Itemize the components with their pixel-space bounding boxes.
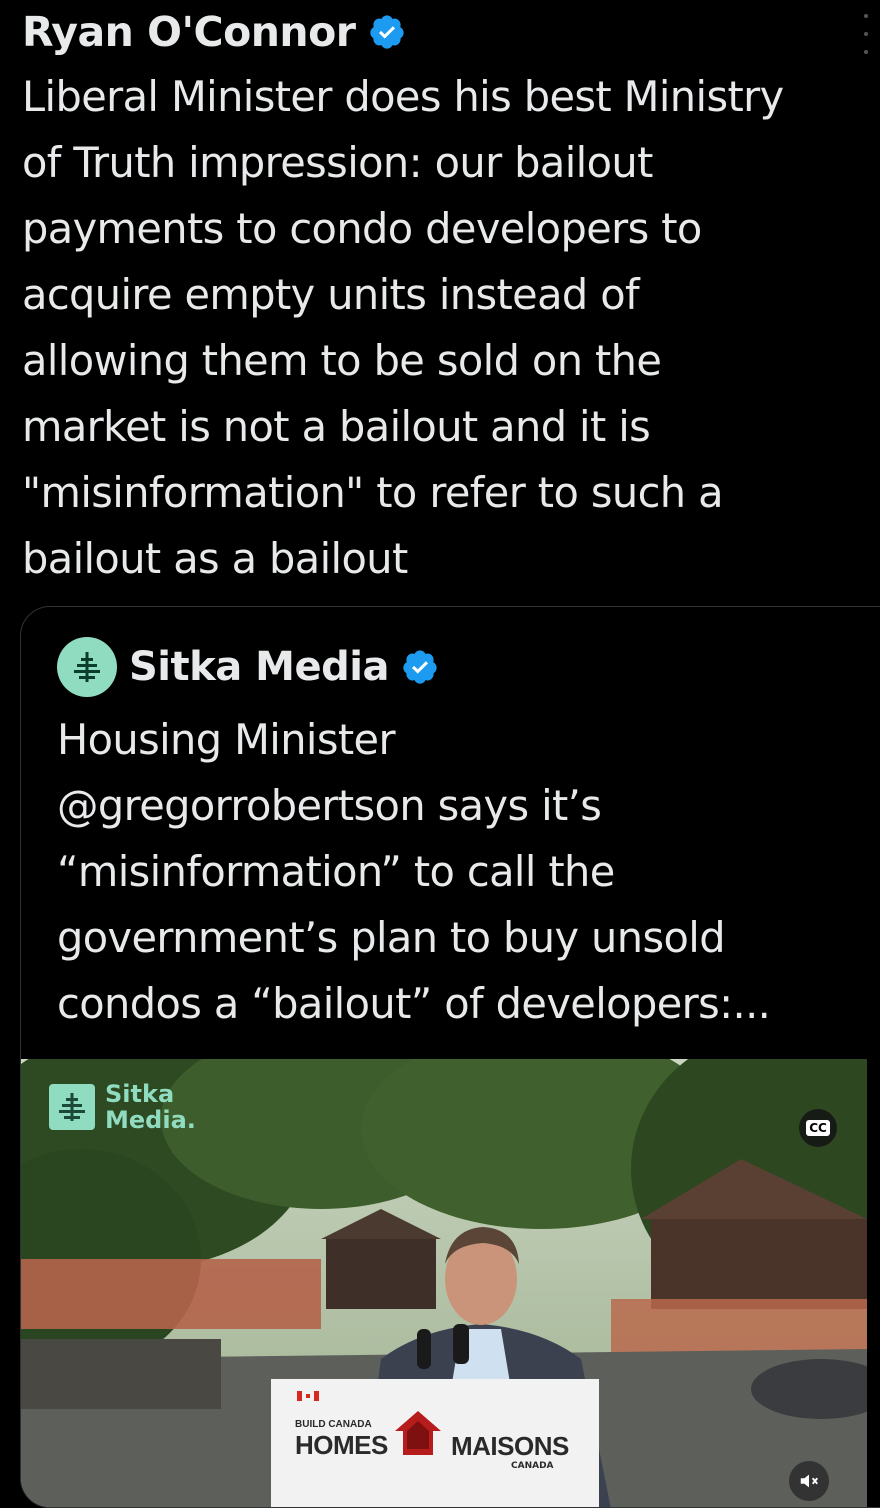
- cc-label: CC: [806, 1120, 830, 1136]
- sitka-tree-logo-icon: [49, 1084, 95, 1130]
- house-logo-icon: [395, 1411, 441, 1455]
- tweet-text: Liberal Minister does his best Ministry …: [22, 72, 784, 583]
- quoted-tweet-header: Sitka Media: [57, 637, 439, 697]
- watermark-text: Sitka Media.: [105, 1080, 196, 1134]
- quoted-tweet-text: Housing Minister @gregorrobertson says i…: [57, 715, 771, 1028]
- verified-badge-icon: [403, 650, 437, 684]
- quoted-author-name[interactable]: Sitka Media: [129, 644, 389, 690]
- sitka-media-watermark: Sitka Media.: [49, 1081, 196, 1133]
- build-canada-homes-label: BUILD CANADA HOMES: [295, 1419, 388, 1461]
- captions-button[interactable]: CC: [799, 1109, 837, 1147]
- tweet[interactable]: Ryan O'Connor Liberal Minister does his …: [0, 0, 880, 1508]
- verified-badge-icon: [369, 15, 404, 49]
- canada-flag-icon: [297, 1391, 319, 1403]
- podium-homes-text: HOMES: [295, 1430, 388, 1460]
- podium-small-text: BUILD CANADA: [295, 1419, 372, 1430]
- author-name[interactable]: Ryan O'Connor: [22, 8, 356, 56]
- podium-canada-text: CANADA: [511, 1461, 554, 1471]
- quoted-tweet[interactable]: Sitka Media Housing Minister @gregorrobe…: [20, 606, 880, 1508]
- sitka-tree-logo-icon[interactable]: [57, 637, 117, 697]
- video-player[interactable]: Sitka Media. CC BUILD CANADA HOMES MAISO…: [21, 1059, 867, 1507]
- speaker-muted-icon[interactable]: [789, 1461, 829, 1501]
- more-options-icon[interactable]: [858, 14, 874, 54]
- tweet-header: Ryan O'Connor: [22, 4, 406, 60]
- podium-maisons-text: MAISONS: [451, 1431, 569, 1461]
- podium-sign: BUILD CANADA HOMES MAISONS CANADA: [271, 1379, 599, 1507]
